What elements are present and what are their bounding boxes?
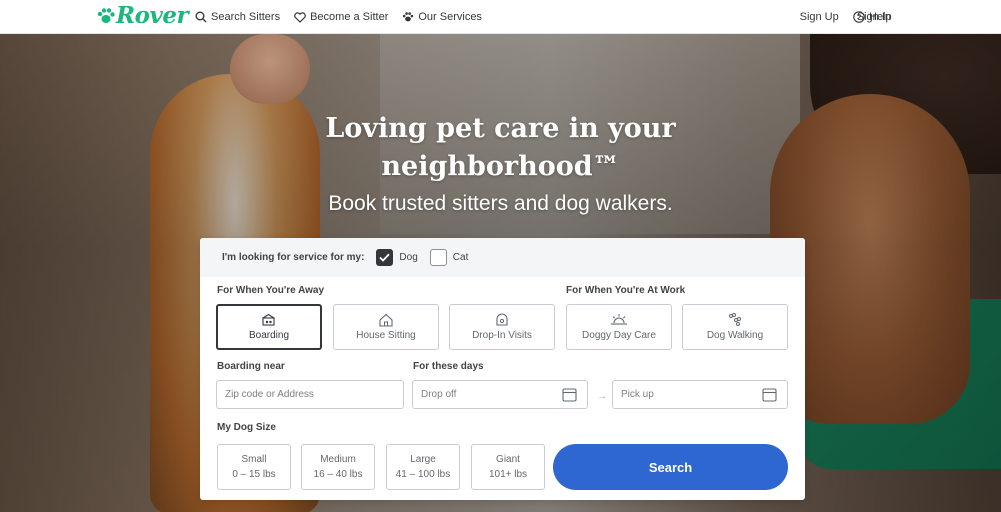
pickup-date-input[interactable]: Pick up [612, 380, 788, 409]
hero-headline: Loving pet care in your neighborhood™ [0, 110, 1001, 186]
search-icon [195, 11, 207, 23]
calendar-icon[interactable] [762, 387, 777, 402]
size-name: Giant [496, 454, 520, 465]
size-name: Medium [320, 454, 356, 465]
svg-text:?: ? [857, 13, 862, 22]
top-nav-bar: Rover Search Sitters Become a Sitter Our… [0, 0, 1001, 34]
cat-label: Cat [452, 252, 469, 263]
size-small[interactable]: Small 0 – 15 lbs [217, 444, 291, 490]
calendar-icon[interactable] [562, 387, 577, 402]
service-house-sitting[interactable]: House Sitting [333, 304, 439, 350]
service-doggy-day-care[interactable]: Doggy Day Care [566, 304, 672, 350]
nav-our-services[interactable]: Our Services [402, 11, 482, 23]
nav-label: Search Sitters [211, 11, 281, 23]
size-range: 0 – 15 lbs [232, 469, 276, 480]
size-range: 16 – 40 lbs [313, 469, 363, 480]
size-name: Large [410, 454, 436, 465]
location-input[interactable]: Zip code or Address [216, 380, 404, 409]
service-label: Drop-In Visits [472, 330, 532, 341]
checkmark-icon [379, 253, 391, 262]
help-icon: ? [853, 11, 865, 23]
service-label: Doggy Day Care [582, 330, 656, 341]
location-label: Boarding near [217, 361, 285, 372]
pet-type-prompt: I'm looking for service for my: [222, 252, 365, 263]
away-heading: For When You're Away [217, 285, 325, 296]
size-medium[interactable]: Medium 16 – 40 lbs [301, 444, 375, 490]
size-range: 101+ lbs [488, 469, 528, 480]
hero-subheadline: Book trusted sitters and dog walkers. [328, 192, 673, 215]
pickup-placeholder: Pick up [621, 389, 654, 400]
headline-line-1: Loving pet care in your [325, 113, 676, 144]
sign-up-label: Sign Up [799, 11, 839, 23]
date-range-arrow: → [597, 391, 607, 402]
pet-type-row: I'm looking for service for my: Dog Cat [200, 238, 805, 277]
service-label: Dog Walking [706, 330, 764, 341]
size-range: 41 – 100 lbs [395, 469, 451, 480]
dog-size-label: My Dog Size [217, 422, 276, 433]
checkbox-box[interactable] [376, 249, 394, 266]
checkbox-box[interactable] [429, 249, 447, 266]
drop-in-icon [496, 313, 508, 326]
dates-label: For these days [413, 361, 484, 372]
location-placeholder: Zip code or Address [225, 389, 314, 400]
house-sitting-icon [379, 313, 393, 327]
service-label: House Sitting [356, 330, 416, 341]
service-dog-walking[interactable]: Dog Walking [682, 304, 788, 350]
paw-walking-icon [729, 313, 741, 326]
dog-label: Dog [399, 252, 418, 263]
dropoff-placeholder: Drop off [421, 389, 457, 400]
cat-checkbox[interactable]: Cat [429, 249, 469, 266]
nav-search-sitters[interactable]: Search Sitters [195, 11, 280, 23]
service-boarding[interactable]: Boarding [216, 304, 322, 350]
nav-label: Become a Sitter [310, 11, 389, 23]
services-icon [403, 12, 414, 22]
dropoff-date-input[interactable]: Drop off [412, 380, 588, 409]
headline-line-2: neighborhood™ [381, 151, 620, 182]
size-large[interactable]: Large 41 – 100 lbs [386, 444, 460, 490]
size-giant[interactable]: Giant 101+ lbs [471, 444, 545, 490]
heart-icon [294, 11, 306, 23]
service-label: Boarding [248, 330, 290, 341]
rover-logo[interactable]: Rover [96, 2, 189, 29]
dog-checkbox[interactable]: Dog [376, 249, 418, 266]
sun-icon [611, 314, 627, 325]
size-name: Small [241, 454, 267, 465]
search-button[interactable]: Search [553, 444, 788, 490]
sign-up-link[interactable]: Sign Up [800, 11, 839, 23]
logo-text: Rover [116, 2, 189, 29]
boarding-icon [262, 313, 275, 326]
work-heading: For When You're At Work [566, 285, 686, 296]
nav-become-sitter[interactable]: Become a Sitter [294, 11, 388, 23]
nav-label: Our Services [418, 11, 482, 23]
search-card: I'm looking for service for my: Dog Cat … [200, 238, 805, 500]
help-label: Help [869, 11, 892, 23]
help-link[interactable]: ? Help [853, 0, 892, 34]
service-drop-in-visits[interactable]: Drop-In Visits [449, 304, 555, 350]
paw-logo-icon [97, 8, 115, 23]
